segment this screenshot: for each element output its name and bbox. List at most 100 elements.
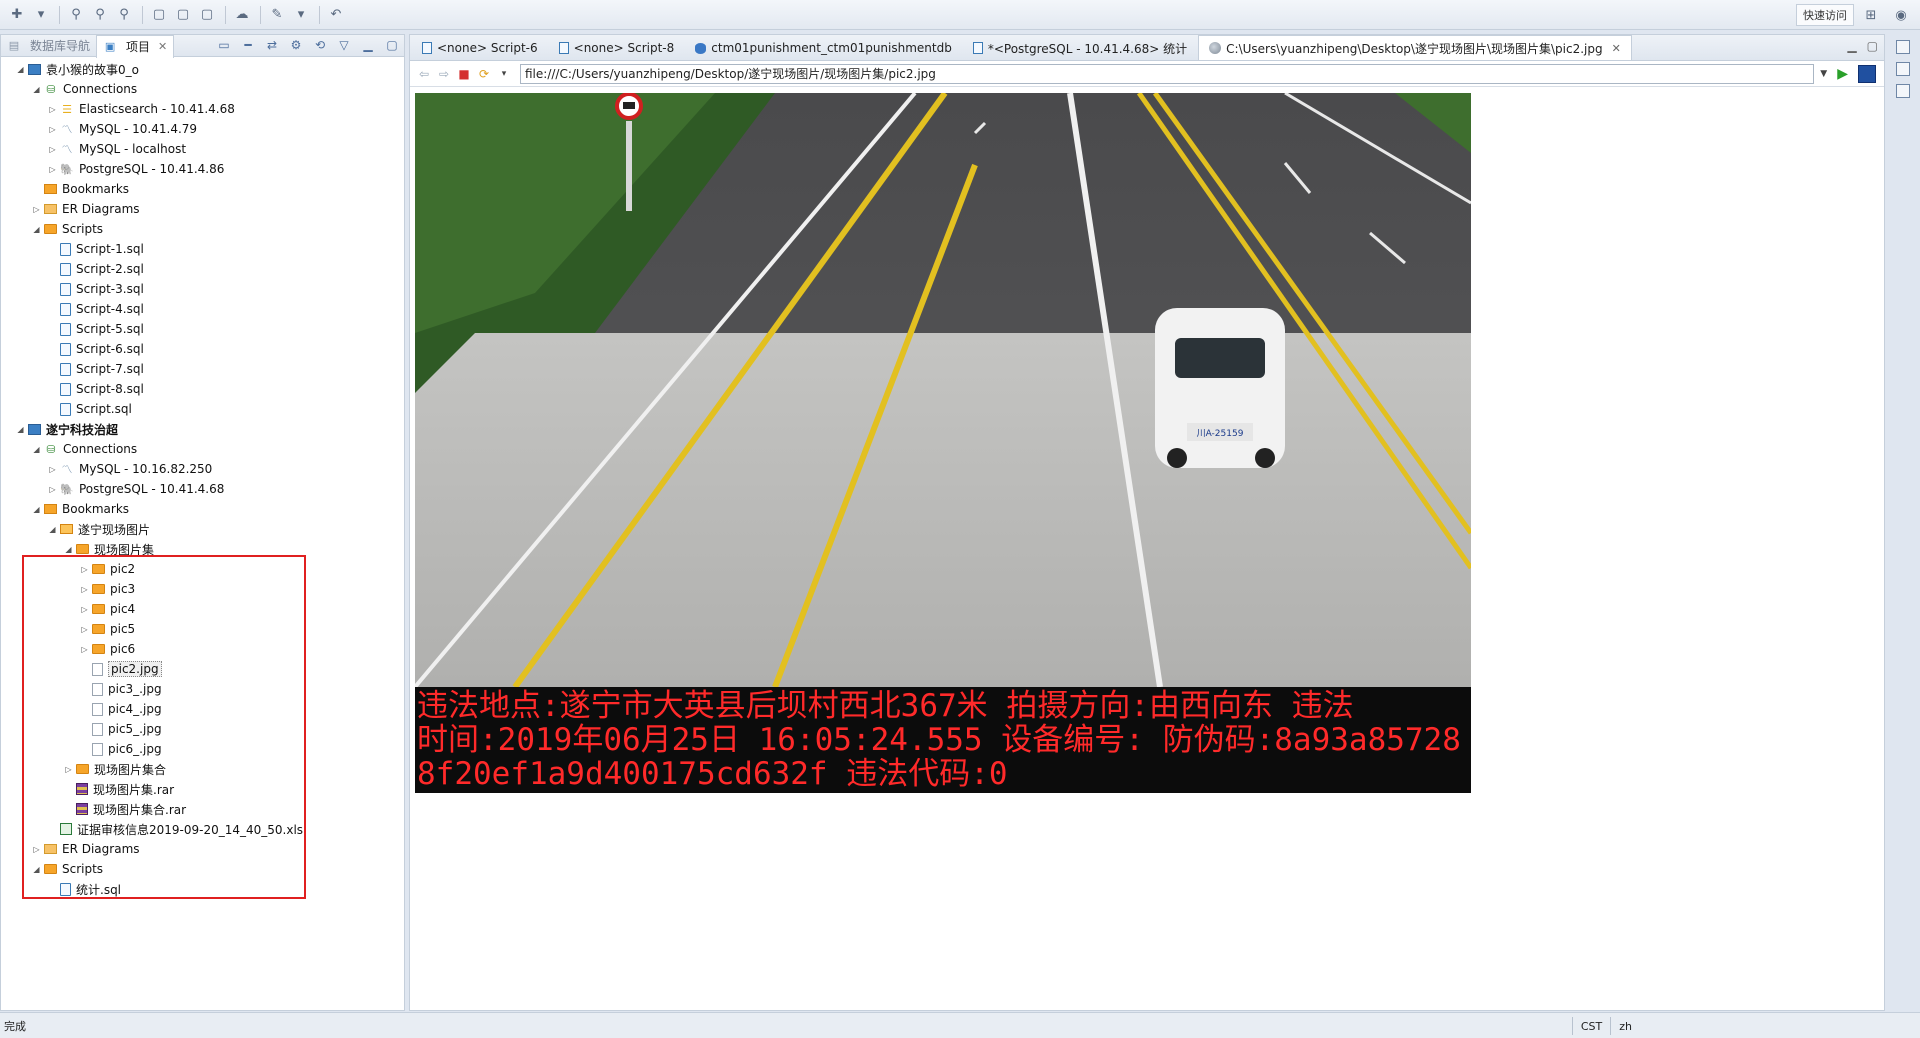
tree-item-file-selected[interactable]: pic2.jpg [1, 659, 404, 679]
expand-arrow-icon[interactable]: ▷ [47, 464, 58, 475]
maximize-icon[interactable]: ▢ [384, 37, 400, 53]
expand-arrow-icon[interactable]: ▷ [47, 484, 58, 495]
tree-item-connection[interactable]: ▷ 〽 MySQL - localhost [1, 139, 404, 159]
disconnect-all-icon[interactable]: ⚲ [113, 4, 135, 26]
go-icon[interactable]: ▶ [1837, 66, 1848, 82]
open-external-browser-icon[interactable] [1858, 64, 1876, 83]
dropdown-icon[interactable]: ▾ [290, 4, 312, 26]
tree-item-connections[interactable]: ◢ ⛁ Connections [1, 439, 404, 459]
tree-item-folder[interactable]: ▷ pic5 [1, 619, 404, 639]
tree-item-script[interactable]: Script-3.sql [1, 279, 404, 299]
outline-icon[interactable] [1896, 62, 1910, 76]
tree-item-script[interactable]: Script-5.sql [1, 319, 404, 339]
tree-item-project[interactable]: ◢ 遂宁科技治超 [1, 419, 404, 439]
expand-arrow-icon[interactable]: ▷ [79, 624, 90, 635]
dropdown-icon[interactable]: ▾ [30, 4, 52, 26]
tree-item-connection[interactable]: ▷ 🐘 PostgreSQL - 10.41.4.68 [1, 479, 404, 499]
tree-item-connection[interactable]: ▷ 〽 MySQL - 10.41.4.79 [1, 119, 404, 139]
tab-projects[interactable]: ▣ 项目 ✕ [96, 34, 175, 58]
forward-icon[interactable]: ⇨ [434, 64, 454, 84]
minimize-icon[interactable]: ▁ [1847, 39, 1856, 53]
maximize-icon[interactable]: ▢ [1867, 39, 1878, 53]
disconnect-icon[interactable]: ⚲ [89, 4, 111, 26]
tree-item-bookmarks[interactable]: ◢ Bookmarks [1, 499, 404, 519]
tree-item-folder[interactable]: ▷ pic4 [1, 599, 404, 619]
minimize-icon[interactable]: ▁ [360, 37, 376, 53]
close-icon[interactable]: ✕ [158, 40, 167, 53]
tree-item-bookmark-folder[interactable]: ◢ 遂宁现场图片 [1, 519, 404, 539]
tree-item-scripts[interactable]: ◢ Scripts [1, 859, 404, 879]
expand-arrow-icon[interactable]: ▷ [47, 164, 58, 175]
tree-item-project[interactable]: ◢ 袁小猴的故事0_o [1, 59, 404, 79]
refresh-icon[interactable]: ⟳ [474, 64, 494, 84]
tree-item-archive[interactable]: 现场图片集合.rar [1, 799, 404, 819]
tree-item-spreadsheet[interactable]: 证据审核信息2019-09-20_14_40_50.xls [1, 819, 404, 839]
tree-item-connection[interactable]: ▷ 🐘 PostgreSQL - 10.41.4.86 [1, 159, 404, 179]
tree-item-script[interactable]: Script-2.sql [1, 259, 404, 279]
restore-icon[interactable] [1896, 40, 1910, 54]
expand-arrow-icon[interactable]: ▷ [79, 604, 90, 615]
stop-icon[interactable]: ■ [454, 64, 474, 84]
tree-item-script[interactable]: Script.sql [1, 399, 404, 419]
tree-item-bookmarks[interactable]: Bookmarks [1, 179, 404, 199]
expand-arrow-icon[interactable]: ▷ [31, 844, 42, 855]
tree-item-file[interactable]: pic4_.jpg [1, 699, 404, 719]
collapse-arrow-icon[interactable]: ◢ [63, 544, 74, 555]
collapse-icon[interactable]: ━ [240, 37, 256, 53]
tree-item-folder[interactable]: ▷ pic2 [1, 559, 404, 579]
tree-item-connection[interactable]: ▷ 〽 MySQL - 10.16.82.250 [1, 459, 404, 479]
expand-arrow-icon[interactable]: ▷ [47, 104, 58, 115]
collapse-arrow-icon[interactable]: ◢ [31, 864, 42, 875]
editor-tab[interactable]: ctm01punishment_ctm01punishmentdb [685, 36, 963, 60]
collapse-arrow-icon[interactable]: ◢ [15, 64, 26, 75]
tree-item-script[interactable]: 统计.sql [1, 879, 404, 899]
tree-item-folder[interactable]: ▷ 现场图片集合 [1, 759, 404, 779]
tree-item-scripts[interactable]: ◢ Scripts [1, 219, 404, 239]
close-icon[interactable]: ✕ [1612, 42, 1621, 55]
properties-icon[interactable] [1896, 84, 1910, 98]
sync-icon[interactable]: ⟲ [312, 37, 328, 53]
quick-access-field[interactable]: 快速访问 [1796, 4, 1854, 26]
rollback-icon[interactable]: ▢ [172, 4, 194, 26]
dropdown-icon[interactable]: ▾ [494, 64, 514, 84]
expand-arrow-icon[interactable]: ▷ [79, 584, 90, 595]
collapse-arrow-icon[interactable]: ◢ [15, 424, 26, 435]
tree-item-script[interactable]: Script-8.sql [1, 379, 404, 399]
collapse-arrow-icon[interactable]: ◢ [31, 84, 42, 95]
expand-arrow-icon[interactable]: ▷ [31, 204, 42, 215]
tools-icon[interactable]: ✎ [266, 4, 288, 26]
expand-arrow-icon[interactable]: ▷ [79, 564, 90, 575]
tree-item-folder[interactable]: ▷ pic6 [1, 639, 404, 659]
editor-tab-active[interactable]: C:\Users\yuanzhipeng\Desktop\遂宁现场图片\现场图片… [1198, 35, 1632, 60]
tree-item-file[interactable]: pic5_.jpg [1, 719, 404, 739]
editor-tab[interactable]: <none> Script-8 [549, 36, 686, 60]
tab-database-navigator[interactable]: ▤ 数据库导航 [1, 35, 96, 57]
tree-item-script[interactable]: Script-6.sql [1, 339, 404, 359]
view-menu-icon[interactable]: ▽ [336, 37, 352, 53]
tree-item-folder[interactable]: ◢ 现场图片集 [1, 539, 404, 559]
collapse-arrow-icon[interactable]: ◢ [31, 504, 42, 515]
tree-item-file[interactable]: pic3_.jpg [1, 679, 404, 699]
transaction-icon[interactable]: ▢ [196, 4, 218, 26]
expand-arrow-icon[interactable]: ▷ [79, 644, 90, 655]
settings-icon[interactable]: ⚙ [288, 37, 304, 53]
tree-item-script[interactable]: Script-4.sql [1, 299, 404, 319]
editor-tab[interactable]: *<PostgreSQL - 10.41.4.68> 统计 [963, 36, 1198, 60]
cloud-icon[interactable]: ☁ [231, 4, 253, 26]
expand-arrow-icon[interactable]: ▷ [47, 144, 58, 155]
connect-icon[interactable]: ⚲ [65, 4, 87, 26]
expand-arrow-icon[interactable]: ▷ [47, 124, 58, 135]
tree-item-er-diagrams[interactable]: ▷ ER Diagrams [1, 839, 404, 859]
dbeaver-perspective-icon[interactable]: ◉ [1890, 4, 1912, 26]
collapse-arrow-icon[interactable]: ◢ [31, 444, 42, 455]
tree-item-er-diagrams[interactable]: ▷ ER Diagrams [1, 199, 404, 219]
tree-item-script[interactable]: Script-7.sql [1, 359, 404, 379]
tree-item-connections[interactable]: ◢ ⛁ Connections [1, 79, 404, 99]
collapse-arrow-icon[interactable]: ◢ [31, 224, 42, 235]
expand-arrow-icon[interactable]: ▷ [63, 764, 74, 775]
back-icon[interactable]: ⇦ [414, 64, 434, 84]
url-input[interactable]: file:///C:/Users/yuanzhipeng/Desktop/遂宁现… [520, 63, 1815, 84]
tree-item-file[interactable]: pic6_.jpg [1, 739, 404, 759]
new-project-icon[interactable]: ▭ [216, 37, 232, 53]
link-editor-icon[interactable]: ⇄ [264, 37, 280, 53]
